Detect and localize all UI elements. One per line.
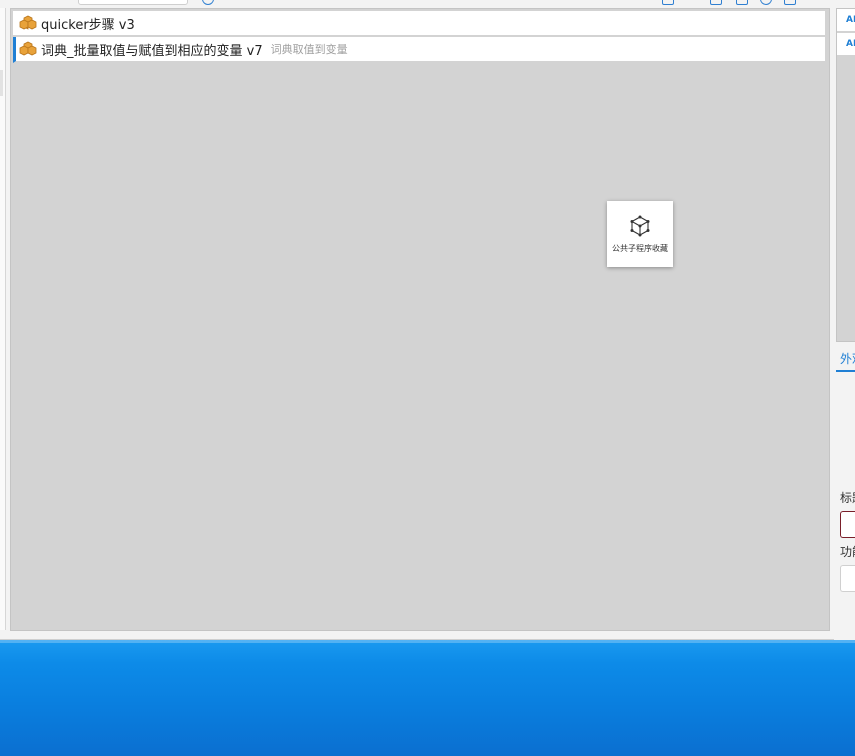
public-subroutine-favorites-card[interactable]: 公共子程序收藏	[607, 201, 673, 267]
step-note: 词典取值到变量	[270, 43, 348, 56]
toolbar-icon-5[interactable]	[784, 0, 796, 5]
toolbar-search-input[interactable]	[78, 0, 188, 5]
app-window: quicker步骤 v3 词典_批量取值与赋值到相应的变量 v7 词典取值到变量	[0, 0, 855, 640]
step-name: 词典_批量取值与赋值到相应的变量 v7	[41, 43, 263, 59]
left-panel-edge	[0, 8, 6, 630]
windows-desktop-background	[0, 640, 855, 756]
left-panel-handle[interactable]	[0, 70, 3, 96]
function-label: 功能	[840, 545, 855, 559]
steps-canvas[interactable]: quicker步骤 v3 词典_批量取值与赋值到相应的变量 v7 词典取值到变量	[10, 8, 830, 631]
step-list: quicker步骤 v3 词典_批量取值与赋值到相应的变量 v7 词典取值到变量	[13, 11, 825, 63]
tab-appearance[interactable]: 外观	[836, 350, 855, 372]
toolbar-icon-1[interactable]	[662, 0, 674, 5]
boxes-icon	[19, 41, 37, 56]
step-item[interactable]: quicker步骤 v3	[13, 11, 825, 37]
right-list-item[interactable]: AB	[837, 33, 855, 55]
top-toolbar	[0, 0, 855, 8]
subroutine-card-label: 公共子程序收藏	[612, 243, 668, 253]
help-icon[interactable]	[202, 0, 214, 5]
right-list-item[interactable]: AB	[837, 9, 855, 31]
toolbar-icon-2[interactable]	[710, 0, 722, 5]
title-input[interactable]	[840, 511, 855, 538]
right-properties-panel: AB AB 外观 标题 功能	[834, 0, 855, 640]
toolbar-icon-3[interactable]	[736, 0, 748, 5]
step-name: quicker步骤 v3	[41, 17, 135, 33]
title-label: 标题	[840, 491, 855, 505]
toolbar-icon-4[interactable]	[760, 0, 772, 5]
function-input[interactable]	[840, 565, 855, 592]
cube-network-icon	[630, 215, 650, 236]
step-item-selected[interactable]: 词典_批量取值与赋值到相应的变量 v7 词典取值到变量	[13, 37, 825, 63]
boxes-icon	[19, 15, 37, 30]
right-item-list: AB AB	[836, 8, 855, 342]
